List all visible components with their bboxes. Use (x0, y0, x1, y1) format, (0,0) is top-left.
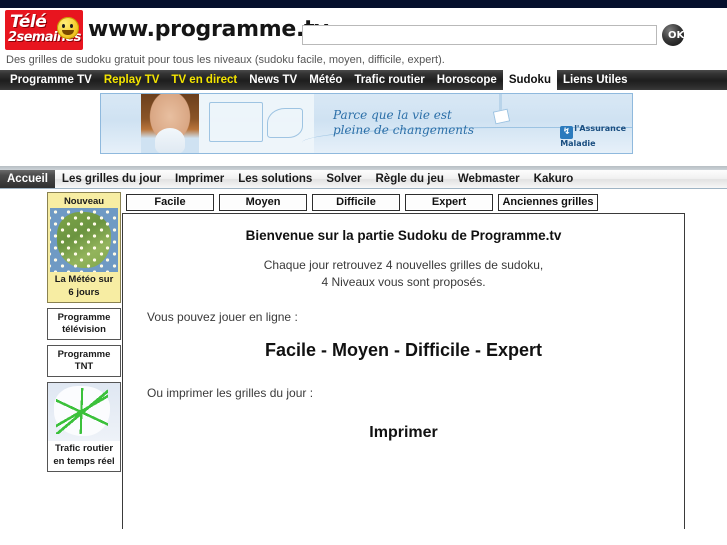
meteo-caption-line1: La Météo sur (54, 274, 114, 285)
programme-tnt-line1: Programme (57, 349, 111, 360)
nav-item-programme-tv[interactable]: Programme TV (4, 70, 98, 90)
subnav-item-accueil[interactable]: Accueil (0, 170, 55, 188)
site-name: www.programme.tv (88, 17, 329, 42)
banner-ad-zone: Parce que la vie est pleine de changemen… (0, 90, 727, 166)
advertiser-name-line2: Maladie (560, 139, 596, 148)
content-print-label: Ou imprimer les grilles du jour : (147, 386, 314, 400)
trafic-caption-line1: Trafic routier (54, 443, 114, 454)
nav-item-horoscope[interactable]: Horoscope (431, 70, 503, 90)
weather-sun-markers (50, 208, 118, 272)
nav-item-sudoku[interactable]: Sudoku (502, 70, 557, 90)
banner-slogan-line2: pleine de changements (333, 123, 475, 137)
page-tagline: Des grilles de sudoku gratuit pour tous … (0, 52, 727, 70)
content-intro: Chaque jour retrouvez 4 nouvelles grille… (123, 257, 684, 291)
subnav-item-les-solutions[interactable]: Les solutions (231, 170, 319, 188)
difficulty-tab-anciennes-grilles[interactable]: Anciennes grilles (498, 194, 598, 211)
banner-slogan-line1: Parce que la vie est (333, 108, 452, 122)
content-welcome-heading: Bienvenue sur la partie Sudoku de Progra… (245, 228, 562, 243)
content-play-online-label: Vous pouvez jouer en ligne : (147, 310, 298, 324)
site-header: Télé 2semaines www.programme.tv OK (0, 8, 727, 52)
left-sidebar: Nouveau La Météo sur 6 jours Programme t… (47, 192, 121, 477)
banner-hanging-tag-icon (499, 94, 502, 112)
top-accent-bar (0, 0, 727, 8)
meteo-badge-nouveau: Nouveau (63, 196, 105, 207)
logo-text-tele: Télé (10, 12, 47, 32)
difficulty-tab-expert[interactable]: Expert (405, 194, 493, 211)
banner-sketch-illustration (199, 94, 314, 153)
main-navigation: Programme TV Replay TV TV en direct News… (0, 70, 727, 90)
subnav-item-kakuro[interactable]: Kakuro (527, 170, 581, 188)
subnav-item-regle-du-jeu[interactable]: Règle du jeu (369, 170, 451, 188)
banner-woman-photo (141, 94, 199, 153)
banner-advertiser-logo: ↯ l'Assurance Maladie (560, 124, 626, 148)
meteo-caption-line2: 6 jours (68, 287, 100, 298)
search-submit-ok-button[interactable]: OK (662, 24, 684, 46)
banner-slogan: Parce que la vie est pleine de changemen… (333, 108, 474, 138)
nav-item-meteo[interactable]: Météo (303, 70, 348, 90)
difficulty-tab-difficile[interactable]: Difficile (312, 194, 400, 211)
difficulty-tab-moyen[interactable]: Moyen (219, 194, 307, 211)
difficulty-tab-bar: Facile Moyen Difficile Expert Anciennes … (126, 194, 598, 211)
nav-item-news-tv[interactable]: News TV (243, 70, 303, 90)
search-input[interactable] (302, 25, 657, 45)
sidebar-link-programme-tnt[interactable]: Programme TNT (47, 345, 121, 377)
smiley-icon (57, 17, 79, 39)
page-body: Facile Moyen Difficile Expert Anciennes … (0, 189, 727, 529)
nav-item-liens-utiles[interactable]: Liens Utiles (557, 70, 634, 90)
nav-item-tv-en-direct[interactable]: TV en direct (165, 70, 243, 90)
nav-item-replay-tv[interactable]: Replay TV (98, 70, 166, 90)
subnav-item-les-grilles-du-jour[interactable]: Les grilles du jour (55, 170, 168, 188)
content-intro-line1: Chaque jour retrouvez 4 nouvelles grille… (263, 258, 544, 272)
content-levels-links[interactable]: Facile - Moyen - Difficile - Expert (123, 340, 684, 361)
traffic-road-lines (56, 388, 108, 434)
content-print-link[interactable]: Imprimer (123, 424, 684, 442)
difficulty-tab-facile[interactable]: Facile (126, 194, 214, 211)
subnav-item-imprimer[interactable]: Imprimer (168, 170, 231, 188)
sidebar-link-programme-television[interactable]: Programme télévision (47, 308, 121, 340)
subnav-item-solver[interactable]: Solver (319, 170, 368, 188)
assurance-maladie-mark-icon: ↯ (560, 126, 574, 139)
subnav-item-webmaster[interactable]: Webmaster (451, 170, 527, 188)
advertiser-name-line1: l'Assurance (574, 124, 626, 133)
trafic-caption-line2: en temps réel (53, 456, 115, 467)
sidebar-promo-trafic-routier[interactable]: Trafic routier en temps réel (47, 382, 121, 472)
nav-item-trafic-routier[interactable]: Trafic routier (348, 70, 430, 90)
main-content-frame: Bienvenue sur la partie Sudoku de Progra… (122, 213, 685, 529)
programme-tv-line1: Programme (57, 312, 111, 323)
content-intro-line2: 4 Niveaux vous sont proposés. (321, 275, 486, 289)
programme-tnt-line2: TNT (74, 361, 94, 372)
tele-2-semaines-logo[interactable]: Télé 2semaines (5, 10, 83, 50)
france-weather-map-icon (50, 208, 118, 272)
programme-tv-line2: télévision (62, 324, 106, 335)
sudoku-sub-navigation: Accueil Les grilles du jour Imprimer Les… (0, 170, 727, 189)
france-traffic-map-icon (48, 383, 120, 441)
sidebar-promo-meteo[interactable]: Nouveau La Météo sur 6 jours (47, 192, 121, 303)
banner-ad-assurance-maladie[interactable]: Parce que la vie est pleine de changemen… (100, 93, 633, 154)
